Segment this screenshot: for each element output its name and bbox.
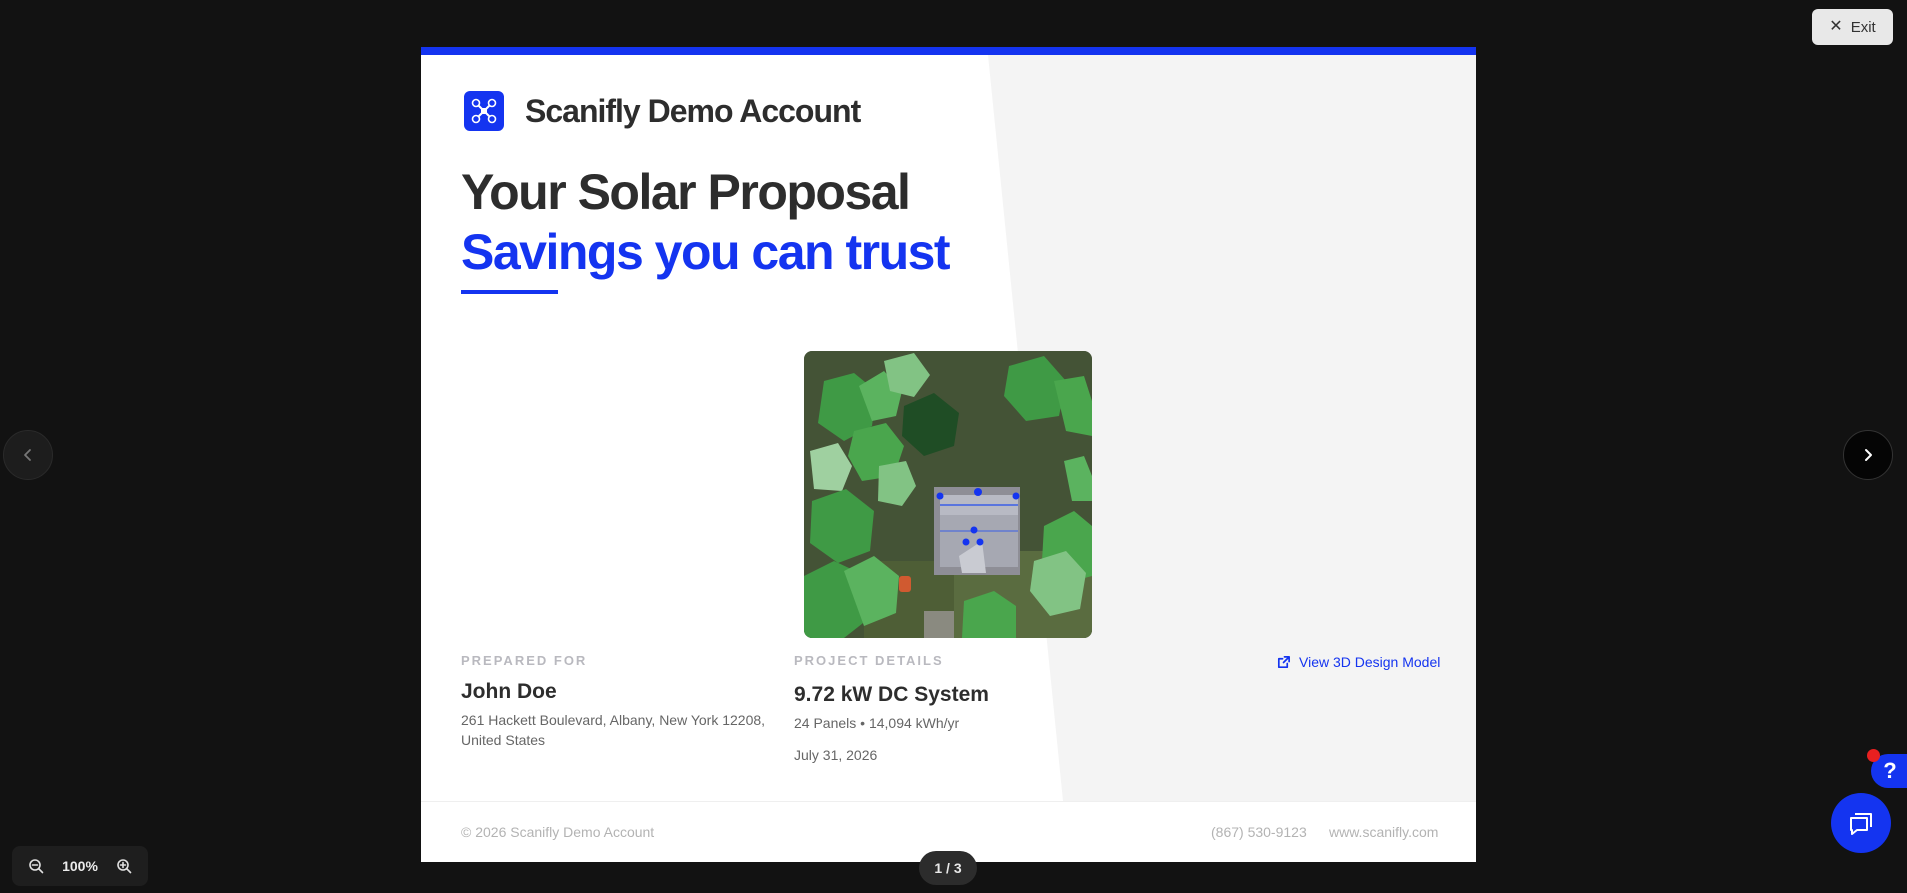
company-logo <box>464 91 504 131</box>
previous-slide-button[interactable] <box>3 430 53 480</box>
footer-divider <box>421 801 1476 802</box>
zoom-in-button[interactable] <box>114 856 134 876</box>
footer-copyright: © 2026 Scanifly Demo Account <box>461 824 655 840</box>
system-size: 9.72 kW DC System <box>794 683 989 706</box>
proposal-headline: Your Solar Proposal <box>461 164 911 220</box>
view-3d-design-link[interactable]: View 3D Design Model <box>1276 654 1440 670</box>
zoom-in-icon <box>117 859 132 874</box>
customer-address-line1: 261 Hackett Boulevard, Albany, New York … <box>461 712 766 728</box>
customer-address-line2: United States <box>461 732 546 748</box>
slide-accent-bar <box>421 47 1476 55</box>
exit-button[interactable]: ✕ Exit <box>1812 9 1893 45</box>
chat-icon <box>1850 813 1872 835</box>
page-indicator: 1 / 3 <box>919 851 977 885</box>
zoom-out-icon <box>29 859 44 874</box>
help-notification-dot <box>1867 749 1880 762</box>
exit-label: Exit <box>1850 18 1876 36</box>
chevron-left-icon <box>24 449 31 461</box>
proposal-date: July 31, 2026 <box>794 747 878 763</box>
footer-website: www.scanifly.com <box>1329 824 1439 840</box>
headline-underline <box>461 290 558 294</box>
company-name: Scanifly Demo Account <box>525 93 861 129</box>
proposal-slide: Scanifly Demo Account Your Solar Proposa… <box>421 47 1476 862</box>
system-stats: 24 Panels • 14,094 kWh/yr <box>794 715 960 731</box>
external-link-icon <box>1277 655 1290 668</box>
aerial-site-image <box>804 351 1092 638</box>
close-icon: ✕ <box>1829 18 1843 35</box>
drone-logo-icon <box>471 98 497 124</box>
zoom-out-button[interactable] <box>26 856 46 876</box>
project-details-label: PROJECT DETAILS <box>794 653 944 668</box>
zoom-level: 100% <box>62 858 98 874</box>
chat-button[interactable] <box>1831 793 1891 853</box>
next-slide-button[interactable] <box>1843 430 1893 480</box>
zoom-controls: 100% <box>12 846 148 886</box>
view-3d-design-label: View 3D Design Model <box>1299 654 1441 670</box>
customer-name: John Doe <box>461 680 557 703</box>
chevron-right-icon <box>1865 449 1872 461</box>
proposal-subheadline: Savings you can trust <box>461 224 951 280</box>
footer-phone: (867) 530-9123 <box>1211 824 1307 840</box>
prepared-for-label: PREPARED FOR <box>461 653 588 668</box>
